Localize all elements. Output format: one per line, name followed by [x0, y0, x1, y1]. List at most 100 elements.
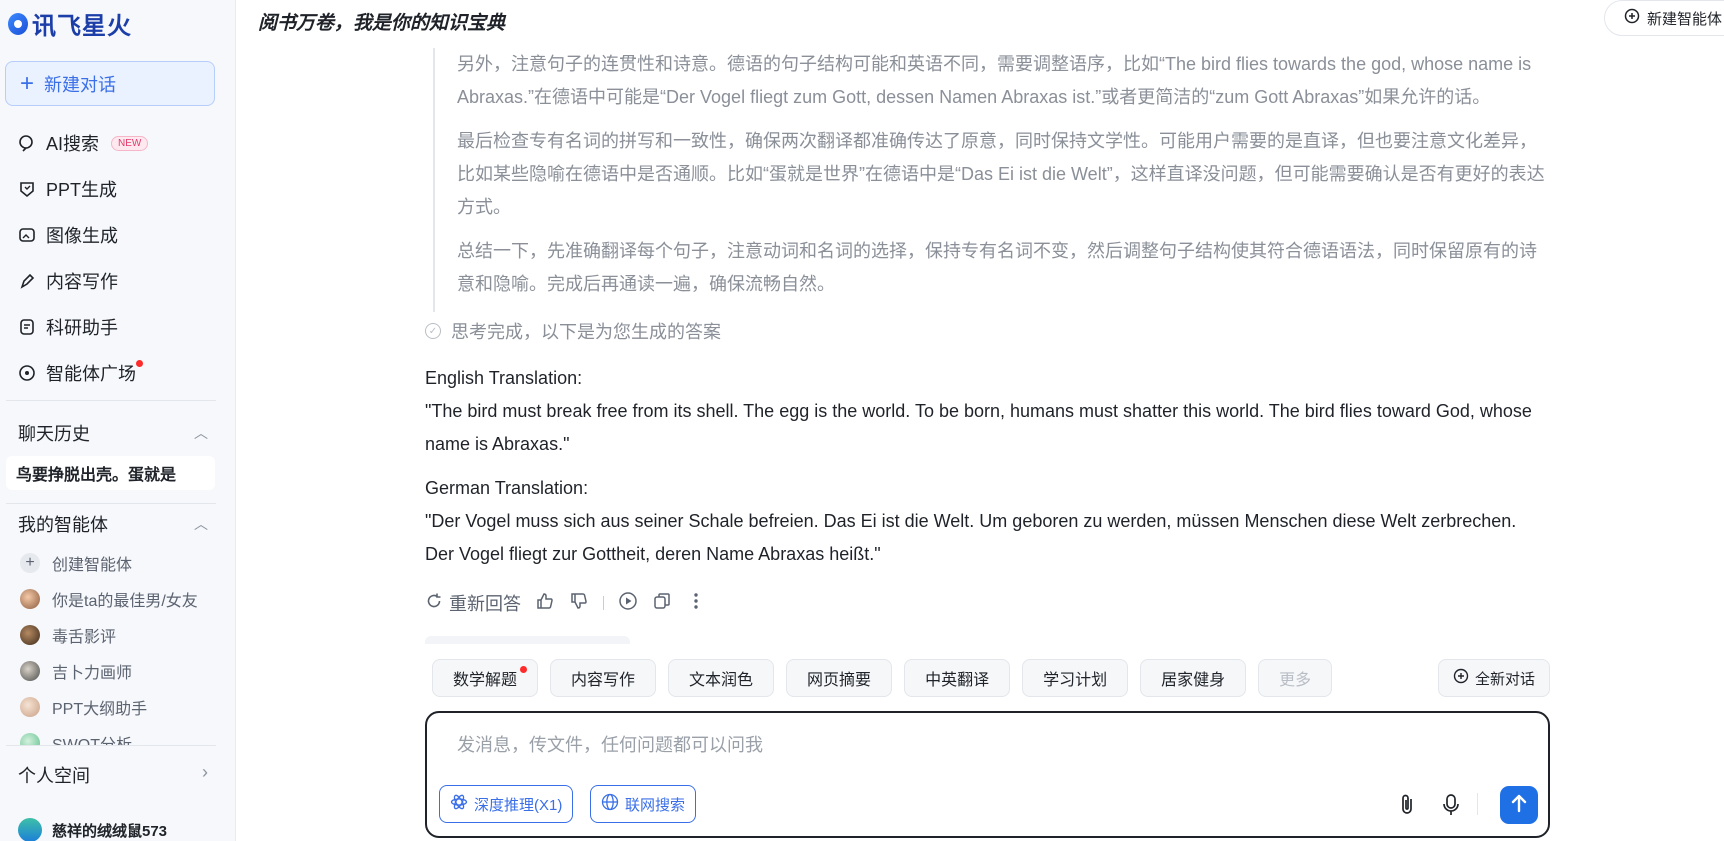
agent-square-icon: [18, 364, 36, 382]
regenerate-button[interactable]: 重新回答: [425, 590, 521, 616]
new-conversation-label: 全新对话: [1475, 670, 1536, 688]
spark-logo-icon: [8, 12, 28, 35]
agent-label: PPT大纲助手: [52, 701, 148, 718]
thinking-complete-status: ✓ 思考完成，以下是为您生成的答案: [425, 318, 721, 344]
agent-avatar: [20, 733, 40, 745]
microphone-icon[interactable]: [1439, 793, 1463, 817]
agent-item[interactable]: PPT大纲助手: [0, 689, 236, 725]
sidebar-item-label: 智能体广场: [46, 364, 136, 384]
thumbs-down-icon[interactable]: [569, 591, 589, 616]
personal-space-link[interactable]: 个人空间 ›: [18, 762, 208, 788]
chevron-up-icon: ︿: [194, 516, 208, 532]
sidebar-item-ppt[interactable]: PPT生成: [0, 166, 236, 212]
agent-avatar: [20, 589, 40, 609]
plus-icon: +: [20, 69, 35, 97]
chat-history-title: 聊天历史: [18, 424, 90, 444]
chip-fitness[interactable]: 居家健身: [1140, 659, 1247, 697]
thinking-paragraph: 最后检查专有名词的拼写和一致性，确保两次翻译都准确传达了原意，同时保持文学性。可…: [457, 131, 1545, 217]
brand-name: 讯飞星火: [32, 13, 132, 40]
page-title: 阅书万卷，我是你的知识宝典: [258, 13, 506, 34]
image-icon: [18, 226, 36, 244]
chip-label: 数学解题: [453, 672, 518, 689]
agent-item[interactable]: SWOT分析: [0, 725, 236, 745]
agent-avatar: [20, 661, 40, 681]
new-chat-button[interactable]: + 新建对话: [5, 61, 215, 106]
deep-reasoning-toggle[interactable]: 深度推理(X1): [439, 785, 574, 823]
plus-icon: +: [20, 553, 40, 573]
notification-dot: [136, 360, 143, 367]
chip-writing[interactable]: 内容写作: [550, 659, 657, 697]
new-chat-label: 新建对话: [44, 74, 117, 95]
search-icon: [18, 134, 36, 152]
pen-icon: [18, 272, 36, 290]
chip-label: 文本润色: [689, 672, 754, 689]
new-agent-button[interactable]: 新建智能体: [1604, 0, 1724, 36]
more-vertical-icon[interactable]: [686, 591, 706, 616]
regenerate-label: 重新回答: [449, 594, 521, 614]
agent-label: 你是ta的最佳男/女友: [52, 593, 198, 610]
divider: [6, 400, 216, 401]
thinking-paragraph: 总结一下，先准确翻译每个句子，注意动词和名词的选择，保持专有名词不变，然后调整句…: [457, 241, 1537, 294]
english-label: English Translation:: [425, 368, 583, 388]
plus-circle-icon: [1453, 668, 1469, 688]
agent-label: 吉卜力画师: [52, 665, 133, 682]
sidebar-item-agent-square[interactable]: 智能体广场: [0, 350, 236, 396]
play-audio-icon[interactable]: [618, 591, 638, 616]
web-search-toggle[interactable]: 联网搜索: [590, 785, 697, 823]
chip-translate[interactable]: 中英翻译: [904, 659, 1011, 697]
chip-more[interactable]: 更多: [1258, 659, 1333, 697]
chip-math[interactable]: 数学解题: [432, 659, 539, 697]
german-label: German Translation:: [425, 478, 589, 498]
english-text: "The bird must break free from its shell…: [425, 401, 1532, 454]
german-text: "Der Vogel muss sich aus seiner Schale b…: [425, 511, 1517, 564]
sidebar-item-label: 内容写作: [46, 272, 118, 292]
thinking-paragraph: 另外，注意句子的连贯性和诗意。德语的句子结构可能和英语不同，需要调整语序，比如“…: [457, 54, 1532, 107]
history-item[interactable]: 鸟要挣脱出壳。蛋就是: [6, 456, 215, 490]
chat-history-header[interactable]: 聊天历史 ︿: [18, 420, 208, 446]
chip-label: 居家健身: [1161, 672, 1226, 689]
agent-item[interactable]: 你是ta的最佳男/女友: [0, 581, 236, 617]
agent-label: 毒舌影评: [52, 629, 117, 646]
sidebar-item-ai-search[interactable]: AI搜索 NEW: [0, 120, 236, 166]
ppt-icon: [18, 180, 36, 198]
thinking-process: 另外，注意句子的连贯性和诗意。德语的句子结构可能和英语不同，需要调整语序，比如“…: [433, 48, 1548, 312]
user-name: 慈祥的绒绒鼠573: [52, 822, 168, 840]
divider: [6, 503, 216, 504]
check-circle-icon: ✓: [425, 323, 441, 339]
chip-study-plan[interactable]: 学习计划: [1022, 659, 1129, 697]
quick-action-chips: 数学解题 内容写作 文本润色 网页摘要 中英翻译 学习计划 居家健身 更多: [432, 659, 1333, 697]
attachment-icon[interactable]: [1395, 793, 1419, 817]
new-conversation-button[interactable]: 全新对话: [1438, 659, 1551, 697]
my-agents-title: 我的智能体: [18, 515, 108, 535]
copy-icon[interactable]: [652, 591, 672, 616]
sidebar-item-writing[interactable]: 内容写作: [0, 258, 236, 304]
chip-label: 内容写作: [571, 672, 636, 689]
sidebar-item-research[interactable]: 科研助手: [0, 304, 236, 350]
agent-avatar: [20, 697, 40, 717]
answer-actions: 重新回答: [425, 590, 706, 616]
chevron-up-icon: ︿: [194, 425, 208, 441]
notification-dot: [520, 666, 528, 673]
create-agent-item[interactable]: + 创建智能体: [0, 545, 236, 581]
chip-polish[interactable]: 文本润色: [668, 659, 775, 697]
my-agents-header[interactable]: 我的智能体 ︿: [18, 511, 208, 537]
user-profile[interactable]: 慈祥的绒绒鼠573: [18, 818, 167, 841]
thumbs-up-icon[interactable]: [535, 591, 555, 616]
personal-space-label: 个人空间: [18, 766, 90, 786]
message-input[interactable]: 发消息，传文件，任何问题都可以问我: [457, 731, 763, 757]
send-button[interactable]: [1500, 786, 1538, 824]
brand-logo[interactable]: 讯飞星火: [8, 6, 132, 41]
sidebar-item-image[interactable]: 图像生成: [0, 212, 236, 258]
chip-summary[interactable]: 网页摘要: [786, 659, 893, 697]
agent-item[interactable]: 吉卜力画师: [0, 653, 236, 689]
atom-icon: [450, 793, 468, 815]
sidebar-item-label: PPT生成: [46, 180, 118, 200]
chevron-right-icon: ›: [202, 762, 208, 782]
arrow-up-icon: [1510, 793, 1528, 818]
chip-label: 网页摘要: [807, 672, 872, 689]
sidebar-item-label: 科研助手: [46, 318, 118, 338]
globe-icon: [601, 793, 619, 815]
divider: [6, 745, 216, 746]
agent-item[interactable]: 毒舌影评: [0, 617, 236, 653]
new-agent-label: 新建智能体: [1647, 10, 1723, 28]
